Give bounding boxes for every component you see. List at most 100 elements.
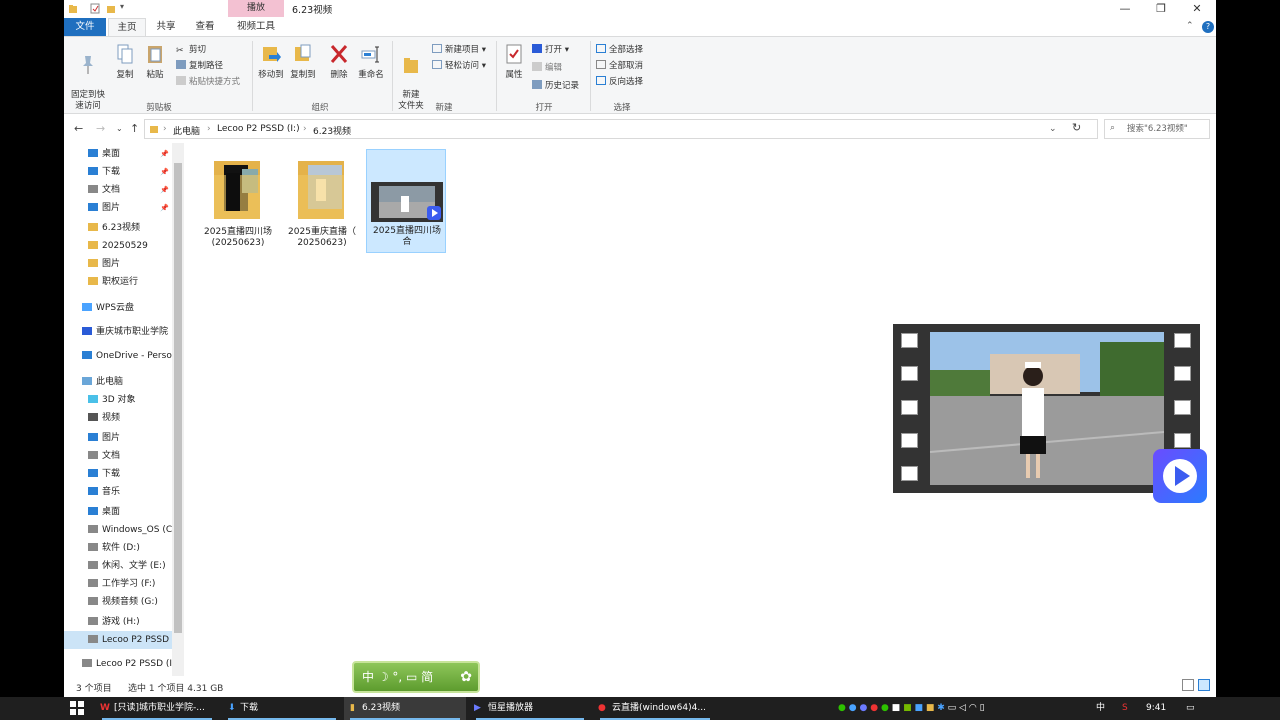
rename-button[interactable]: 重命名 (356, 43, 386, 80)
address-dropdown-icon[interactable]: ⌄ (1049, 124, 1057, 134)
new-folder-quick-icon[interactable] (106, 3, 116, 14)
forward-arrow-icon[interactable]: → (96, 122, 105, 135)
tray-app-icon[interactable]: ■ (892, 703, 901, 713)
open-button[interactable]: 打开 ▾ (532, 43, 569, 55)
nav-item[interactable]: WPS云盘 (64, 299, 172, 317)
address-bar[interactable]: › 此电脑 › Lecoo P2 PSSD (I:) › 6.23视频 ⌄ (144, 119, 1098, 139)
edit-button[interactable]: 编辑 (532, 61, 562, 73)
wechat-icon[interactable]: ● (838, 703, 846, 713)
tray-app-icon[interactable]: ■ (914, 703, 923, 713)
bluetooth-icon[interactable]: ✱ (937, 703, 945, 713)
tray-app-icon[interactable]: ■ (926, 703, 935, 713)
minimize-button[interactable]: — (1107, 0, 1143, 18)
taskbar-item-player[interactable]: ▶ 恒星播放器 (470, 697, 590, 720)
large-icons-view-icon[interactable] (1198, 679, 1210, 691)
back-arrow-icon[interactable]: ← (74, 122, 83, 135)
windows-start-icon[interactable] (70, 701, 84, 715)
nav-item[interactable]: Windows_OS (C (64, 521, 172, 539)
ribbon-collapse-icon[interactable]: ⌃ (1186, 21, 1194, 31)
nav-scrollbar[interactable] (172, 143, 184, 676)
copy-path-button[interactable]: 复制路径 (176, 59, 223, 71)
nav-item[interactable]: 桌面 📌 (64, 145, 172, 163)
nav-item[interactable]: 图片 (64, 255, 172, 273)
close-button[interactable]: ✕ (1179, 0, 1215, 18)
nav-item[interactable]: 音乐 (64, 483, 172, 501)
video-item[interactable]: 2025直播四川场 合 (366, 149, 446, 253)
usb-icon[interactable]: ▭ (948, 703, 957, 713)
nav-item[interactable]: 职权运行 (64, 273, 172, 291)
nav-item[interactable]: 图片 📌 (64, 199, 172, 217)
nav-item[interactable]: 图片 (64, 429, 172, 447)
tab-share[interactable]: 共享 (148, 18, 184, 36)
copy-to-button[interactable]: 复制到 (288, 43, 318, 80)
nav-item[interactable]: Lecoo P2 PSSD (I (64, 655, 172, 673)
nav-item[interactable]: 视频 (64, 409, 172, 427)
breadcrumb-folder[interactable]: 6.23视频 (313, 124, 351, 137)
sogou-ime-icon[interactable]: S (1122, 697, 1128, 720)
nvidia-icon[interactable]: ■ (903, 703, 912, 713)
battery-icon[interactable]: ▯ (980, 703, 985, 713)
nav-scrollbar-thumb[interactable] (174, 163, 182, 633)
pin-icon[interactable]: 📌 (160, 199, 169, 217)
ime-indicator[interactable]: 中 (1096, 697, 1105, 720)
pin-icon[interactable]: 📌 (160, 181, 169, 199)
nav-item[interactable]: 20250529 (64, 237, 172, 255)
taskbar-item-wps[interactable]: W [只读]城市职业学院-... (96, 697, 218, 720)
refresh-icon[interactable]: ↻ (1072, 121, 1081, 134)
nav-item[interactable]: 重庆城市职业学院 (64, 323, 172, 341)
properties-button[interactable]: 属性 (500, 43, 528, 80)
volume-icon[interactable]: ◁ (959, 703, 966, 713)
invert-selection-button[interactable]: 反向选择 (596, 75, 643, 87)
nav-item[interactable]: 3D 对象 (64, 391, 172, 409)
taskbar-item-downloads[interactable]: ⬇ 下载 (222, 697, 342, 720)
select-none-button[interactable]: 全部取消 (596, 59, 643, 71)
copy-button[interactable]: 复制 (112, 43, 138, 80)
nav-item[interactable]: Lecoo P2 PSSD (64, 631, 172, 649)
pin-to-quick-access-button[interactable]: 固定到快 速访问 (68, 43, 108, 112)
wifi-icon[interactable]: ◠ (969, 703, 977, 713)
notification-icon[interactable]: ▭ (1186, 697, 1195, 720)
tray-app-icon[interactable]: ● (870, 703, 878, 713)
move-to-button[interactable]: 移动到 (256, 43, 286, 80)
taskbar-item-cloud-live[interactable]: ● 云直播(window64)4... (594, 697, 716, 720)
breadcrumb-this-pc[interactable]: 此电脑 (173, 124, 200, 137)
nav-item[interactable]: 文档 (64, 447, 172, 465)
nav-item[interactable]: 游戏 (H:) (64, 613, 172, 631)
nav-item[interactable]: 桌面 (64, 503, 172, 521)
taskbar-item-explorer[interactable]: ▮ 6.23视频 (344, 697, 466, 720)
breadcrumb-drive[interactable]: Lecoo P2 PSSD (I:) (217, 124, 300, 134)
nav-item[interactable]: 下载 📌 (64, 163, 172, 181)
details-view-icon[interactable] (1182, 679, 1194, 691)
history-button[interactable]: 历史记录 (532, 79, 579, 91)
quick-access-dropdown-icon[interactable]: ▾ (120, 2, 124, 11)
help-icon[interactable]: ? (1202, 21, 1214, 33)
tab-home[interactable]: 主页 (108, 18, 146, 36)
properties-quick-icon[interactable] (90, 3, 100, 14)
tab-view[interactable]: 查看 (186, 18, 224, 36)
ime-toolbar[interactable]: 中 ☽ °, ▭ 简 ✿ (352, 661, 480, 693)
maximize-button[interactable]: ❐ (1143, 0, 1179, 18)
nav-item[interactable]: 文档 📌 (64, 181, 172, 199)
system-tray-icons[interactable]: ● ● ● ● ● ■ ■ ■ ■ ✱ ▭ ◁ ◠ ▯ (838, 697, 1088, 720)
cut-button[interactable]: ✂ 剪切 (176, 43, 206, 56)
recent-locations-icon[interactable]: ⌄ (116, 124, 123, 133)
tab-video-tools[interactable]: 视频工具 (228, 18, 284, 36)
up-arrow-icon[interactable]: ↑ (130, 122, 139, 135)
folder-item[interactable]: 2025直播四川场 (20250623) (198, 151, 278, 255)
pin-icon[interactable]: 📌 (160, 145, 169, 163)
nav-item[interactable]: 此电脑 (64, 373, 172, 391)
new-item-button[interactable]: 新建项目 ▾ (432, 43, 486, 55)
new-folder-button[interactable]: 新建 文件夹 (396, 43, 426, 112)
tray-app-icon[interactable]: ● (849, 703, 857, 713)
nav-item[interactable]: 视频音频 (G:) (64, 593, 172, 611)
easy-access-button[interactable]: 轻松访问 ▾ (432, 59, 486, 71)
nav-item[interactable]: OneDrive - Perso (64, 347, 172, 365)
delete-button[interactable]: 删除 (326, 43, 352, 80)
nav-item[interactable]: 软件 (D:) (64, 539, 172, 557)
nav-item[interactable]: 工作学习 (F:) (64, 575, 172, 593)
tab-file[interactable]: 文件 (64, 18, 106, 36)
tray-app-icon[interactable]: ● (881, 703, 889, 713)
nav-item[interactable]: 6.23视频 (64, 219, 172, 237)
select-all-button[interactable]: 全部选择 (596, 43, 643, 55)
tray-app-icon[interactable]: ● (859, 703, 867, 713)
